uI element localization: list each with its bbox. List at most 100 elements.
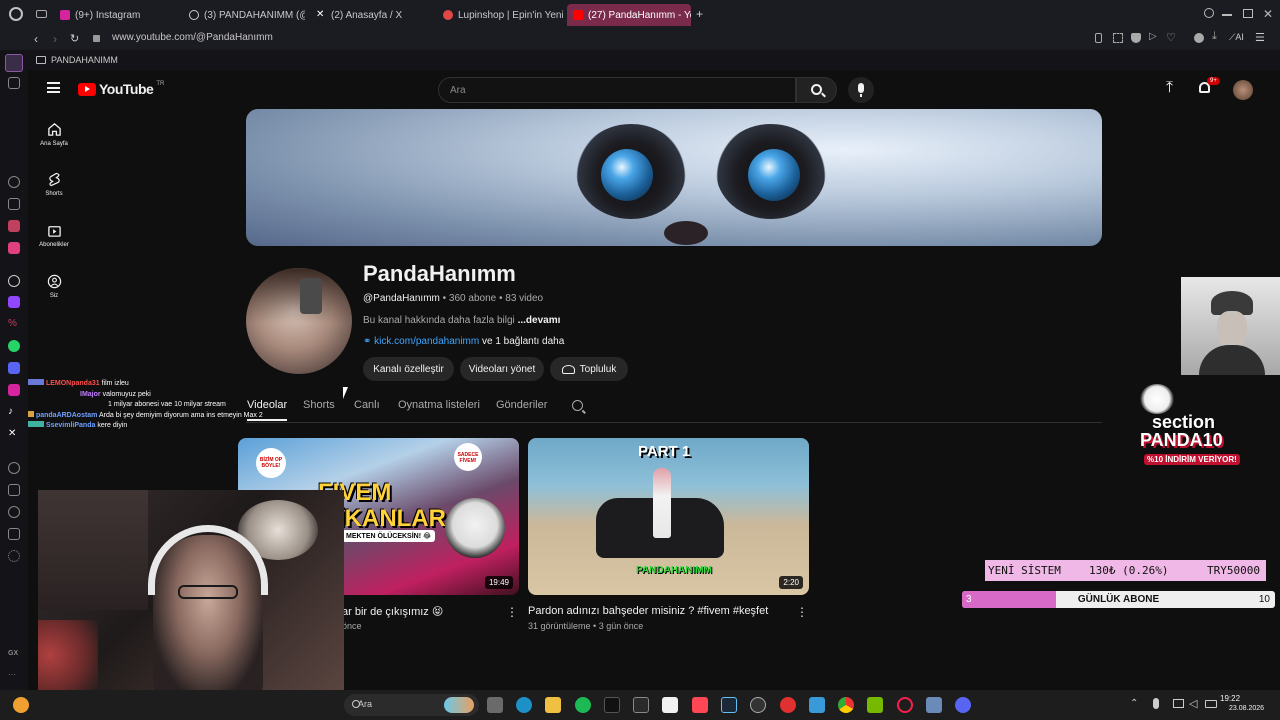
file-explorer-icon[interactable] bbox=[545, 697, 561, 713]
customize-channel-button[interactable]: Kanalı özelleştir bbox=[363, 357, 454, 381]
notifications-button[interactable]: 9+ bbox=[1196, 77, 1220, 99]
pin-icon[interactable] bbox=[1095, 33, 1102, 43]
whatsapp-icon[interactable] bbox=[8, 340, 20, 352]
guide-item-subscriptions[interactable]: Abonelikler bbox=[28, 223, 80, 248]
tab-live[interactable]: Canlı bbox=[354, 399, 380, 411]
epic-games-icon[interactable] bbox=[633, 697, 649, 713]
clock-icon[interactable] bbox=[8, 506, 20, 518]
discord-taskbar-icon[interactable] bbox=[955, 697, 971, 713]
twitch-icon[interactable] bbox=[8, 296, 20, 308]
task-view-icon[interactable] bbox=[487, 697, 503, 713]
nvidia-icon[interactable] bbox=[867, 697, 883, 713]
hamburger-menu-icon[interactable] bbox=[47, 82, 60, 93]
weather-icon[interactable] bbox=[13, 697, 29, 713]
search-box[interactable]: Ara bbox=[438, 77, 796, 103]
red-app-icon[interactable] bbox=[780, 697, 796, 713]
tab-playlists[interactable]: Oynatma listeleri bbox=[398, 399, 480, 411]
more-links[interactable]: ve 1 bağlantı daha bbox=[482, 336, 564, 347]
gx-icon[interactable]: GX bbox=[8, 650, 20, 662]
opera-logo-icon[interactable] bbox=[9, 7, 23, 21]
account-avatar[interactable] bbox=[1233, 80, 1253, 100]
youtube-logo[interactable]: YouTube TR bbox=[78, 81, 164, 97]
home-sidebar-icon[interactable] bbox=[5, 54, 23, 72]
url-field[interactable]: www.youtube.com/@PandaHanımm bbox=[112, 32, 273, 43]
tab-posts[interactable]: Gönderiler bbox=[496, 399, 547, 411]
x-side-icon[interactable]: ✕ bbox=[8, 428, 20, 440]
player-icon[interactable] bbox=[8, 462, 20, 474]
tab-threads[interactable]: (3) PANDAHANIMM (@irem bbox=[183, 4, 305, 26]
tab-lupinshop[interactable]: Lupinshop | Epin'in Yeni Me bbox=[437, 4, 563, 26]
heart-icon[interactable]: ♡ bbox=[1166, 31, 1176, 44]
steam-icon[interactable] bbox=[721, 697, 737, 713]
tab-x[interactable]: ✕ (2) Anasayfa / X bbox=[310, 4, 432, 26]
reload-icon[interactable]: ↻ bbox=[70, 32, 79, 45]
screenshot-icon[interactable] bbox=[1113, 33, 1123, 43]
video-more-icon[interactable]: ⋮ bbox=[796, 605, 808, 619]
discord-icon[interactable] bbox=[8, 362, 20, 374]
channel-search-icon[interactable] bbox=[572, 400, 583, 411]
more-sidebar-icon[interactable]: ··· bbox=[8, 670, 20, 682]
messenger-icon[interactable] bbox=[8, 242, 20, 254]
voice-search-button[interactable] bbox=[848, 77, 874, 103]
tray-volume-icon[interactable]: ◁ bbox=[1189, 697, 1197, 710]
download-icon[interactable]: ⤓ bbox=[1212, 30, 1217, 43]
channel-avatar[interactable] bbox=[246, 268, 352, 374]
manage-videos-button[interactable]: Videoları yönet bbox=[460, 357, 544, 381]
forward-icon[interactable]: › bbox=[53, 32, 57, 46]
adblock-icon[interactable] bbox=[1131, 33, 1141, 43]
kick-link[interactable]: kick.com/pandahanimm bbox=[374, 336, 479, 347]
search-tabs-icon[interactable] bbox=[1204, 8, 1214, 18]
instagram-side-icon[interactable] bbox=[8, 384, 20, 396]
settings-taskbar-icon[interactable] bbox=[926, 697, 942, 713]
settings-icon[interactable] bbox=[8, 550, 20, 562]
video-title[interactable]: Pardon adınızı bahşeder misiniz ? #fivem… bbox=[528, 605, 768, 617]
clock-time[interactable]: 19:22 bbox=[1220, 694, 1240, 703]
channel-description[interactable]: Bu kanal hakkında daha fazla bilgi ...de… bbox=[363, 315, 560, 326]
chrome-icon[interactable] bbox=[838, 697, 854, 713]
cube-icon[interactable] bbox=[8, 528, 20, 540]
pinboard-icon[interactable] bbox=[8, 484, 20, 496]
tab-instagram[interactable]: (9+) Instagram bbox=[54, 4, 174, 26]
new-tab-icon[interactable]: + bbox=[696, 7, 703, 21]
upload-icon[interactable]: ⤒ bbox=[1166, 79, 1173, 97]
profile-icon[interactable] bbox=[1194, 33, 1204, 43]
rockstar-icon[interactable] bbox=[750, 697, 766, 713]
chatgpt-icon[interactable] bbox=[8, 275, 20, 287]
more-link[interactable]: ...devamı bbox=[518, 315, 561, 326]
community-button[interactable]: Topluluk bbox=[550, 357, 628, 381]
notepad-icon[interactable] bbox=[809, 697, 825, 713]
guide-item-shorts[interactable]: Shorts bbox=[28, 172, 80, 197]
search-button[interactable] bbox=[796, 77, 837, 103]
search-input[interactable]: Ara bbox=[450, 85, 466, 96]
history-icon[interactable] bbox=[8, 176, 20, 188]
tab-youtube[interactable]: (27) PandaHanımm - YouTu bbox=[567, 4, 691, 26]
guide-item-home[interactable]: Ana Sayfa bbox=[28, 122, 80, 147]
play-icon[interactable]: ▷ bbox=[1149, 31, 1157, 42]
capcut-icon[interactable] bbox=[662, 697, 678, 713]
percent-icon[interactable]: % bbox=[8, 318, 20, 330]
wallet-icon[interactable] bbox=[8, 220, 20, 232]
menu-icon[interactable]: ☰ bbox=[1255, 31, 1265, 44]
taskbar-search[interactable]: Ara bbox=[344, 694, 479, 716]
bookmark-item[interactable]: PANDAHANIMM bbox=[51, 55, 118, 65]
minimize-icon[interactable] bbox=[1222, 14, 1232, 16]
tab-shorts[interactable]: Shorts bbox=[303, 399, 335, 411]
spotify-icon[interactable] bbox=[575, 697, 591, 713]
valorant-icon[interactable] bbox=[692, 697, 708, 713]
extensions-icon[interactable] bbox=[8, 198, 20, 210]
aria-ai-icon[interactable]: ⟋AI bbox=[1229, 32, 1244, 43]
clock-date[interactable]: 23.08.2026 bbox=[1229, 705, 1264, 712]
back-icon[interactable]: ‹ bbox=[34, 32, 38, 46]
edge-icon[interactable] bbox=[516, 697, 532, 713]
opera-gx-taskbar-icon[interactable] bbox=[897, 697, 913, 713]
guide-item-you[interactable]: Siz bbox=[28, 274, 80, 299]
gamepad-icon[interactable] bbox=[8, 77, 20, 89]
workspaces-icon[interactable] bbox=[36, 10, 47, 18]
tiktok-icon[interactable]: ♪ bbox=[8, 406, 20, 418]
snap-icon[interactable] bbox=[1243, 9, 1253, 18]
video-more-icon[interactable]: ⋮ bbox=[506, 605, 518, 619]
video-title[interactable]: ar bir de çıkışımız 😝 bbox=[342, 605, 443, 618]
tiktok-taskbar-icon[interactable] bbox=[604, 697, 620, 713]
tray-mic-icon[interactable] bbox=[1153, 698, 1159, 709]
tray-chevron-icon[interactable]: ⌃ bbox=[1130, 698, 1138, 709]
